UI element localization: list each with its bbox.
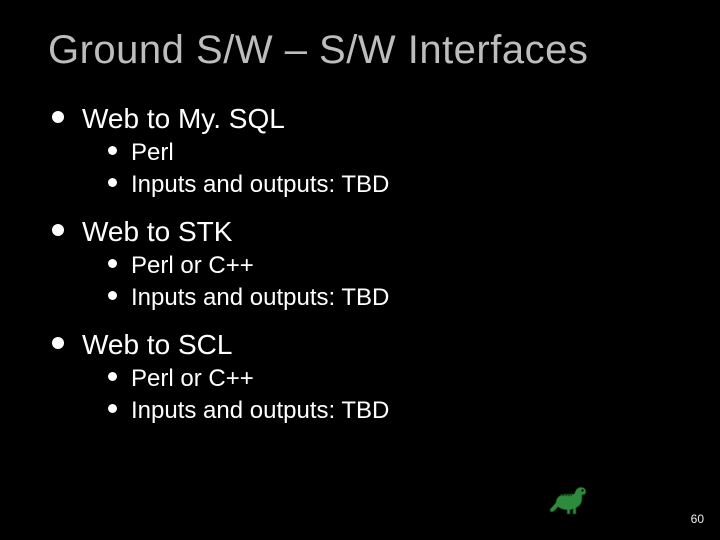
- bullet-group: Web to SCL Perl or C++ Inputs and output…: [48, 327, 672, 426]
- slide: Ground S/W – S/W Interfaces Web to My. S…: [0, 0, 720, 540]
- bullet-icon: [108, 178, 117, 187]
- list-item: Inputs and outputs: TBD: [104, 396, 672, 426]
- page-number: 60: [691, 512, 704, 526]
- bullet-icon: [108, 146, 117, 155]
- list-item: Perl or C++: [104, 251, 672, 281]
- list-item: Perl: [104, 138, 672, 168]
- bullet-icon: [108, 291, 117, 300]
- list-item-label: Web to STK: [82, 214, 232, 249]
- bullet-icon: [52, 224, 64, 236]
- dinosaur-icon: [546, 484, 592, 522]
- bullet-icon: [52, 337, 64, 349]
- list-item: Inputs and outputs: TBD: [104, 283, 672, 313]
- list-item-label: Web to My. SQL: [82, 101, 285, 136]
- list-item: Perl or C++: [104, 364, 672, 394]
- slide-title: Ground S/W – S/W Interfaces: [48, 28, 672, 73]
- list-item: Web to My. SQL: [48, 101, 672, 136]
- bullet-group: Web to STK Perl or C++ Inputs and output…: [48, 214, 672, 313]
- bullet-icon: [108, 372, 117, 381]
- list-item-label: Perl or C++: [131, 251, 254, 281]
- list-item-label: Inputs and outputs: TBD: [131, 283, 389, 313]
- bullet-group: Web to My. SQL Perl Inputs and outputs: …: [48, 101, 672, 200]
- list-item-label: Web to SCL: [82, 327, 232, 362]
- list-item-label: Perl: [131, 138, 174, 168]
- list-item-label: Inputs and outputs: TBD: [131, 170, 389, 200]
- bullet-icon: [108, 404, 117, 413]
- list-item: Inputs and outputs: TBD: [104, 170, 672, 200]
- list-item: Web to SCL: [48, 327, 672, 362]
- list-item: Web to STK: [48, 214, 672, 249]
- bullet-icon: [108, 259, 117, 268]
- bullet-icon: [52, 111, 64, 123]
- list-item-label: Inputs and outputs: TBD: [131, 396, 389, 426]
- list-item-label: Perl or C++: [131, 364, 254, 394]
